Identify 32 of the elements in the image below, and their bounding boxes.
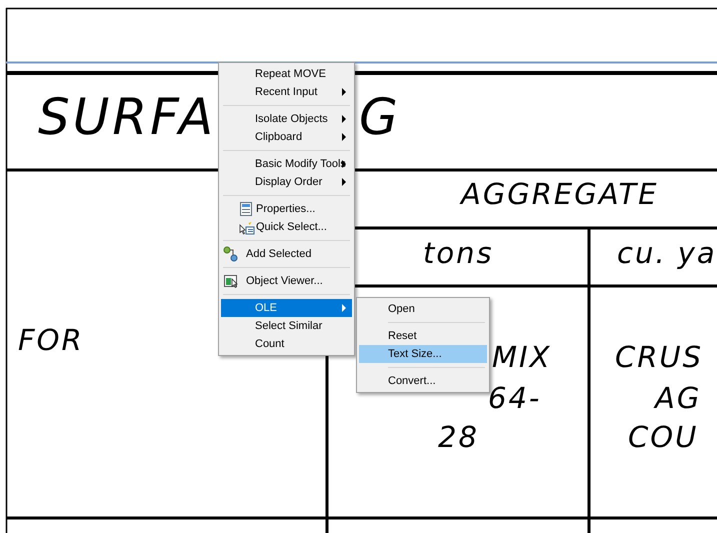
drawing-text: AG: [655, 384, 702, 413]
drawing-text: AGGREGATE: [461, 180, 658, 209]
menu-item[interactable]: Object Viewer...: [221, 272, 352, 290]
menu-item[interactable]: Convert...: [359, 372, 487, 390]
menu-item[interactable]: Add Selected: [221, 245, 352, 263]
menu-item[interactable]: Select Similar: [221, 317, 352, 335]
drawing-text: CRUS: [615, 343, 704, 372]
menu-item[interactable]: OLE: [221, 299, 352, 317]
menu-item[interactable]: Reset: [359, 327, 487, 345]
menu-item[interactable]: Open: [359, 300, 487, 318]
drawing-text: 28: [438, 423, 479, 452]
menu-item[interactable]: Isolate Objects: [221, 110, 352, 128]
menu-item[interactable]: Properties...: [221, 200, 352, 218]
object-viewer-icon: [223, 273, 239, 289]
drawing-text: MIX: [492, 343, 552, 372]
menu-item[interactable]: Recent Input: [221, 83, 352, 101]
menu-item[interactable]: Display Order: [221, 173, 352, 191]
drawing-text: tons: [423, 239, 494, 268]
menu-item[interactable]: Quick Select...: [221, 218, 352, 236]
drawing-text: COU: [628, 423, 698, 452]
properties-icon: [239, 201, 255, 217]
menu-item[interactable]: Repeat MOVE: [221, 65, 352, 83]
menu-item[interactable]: Count: [221, 335, 352, 353]
drawing-text: 64-: [488, 384, 542, 413]
drawing-title: SURFA: [38, 92, 216, 142]
drawing-text: cu. ya: [617, 239, 717, 268]
menu-item[interactable]: Text Size...: [359, 345, 487, 363]
drawing-text: FOR: [18, 326, 84, 355]
menu-item[interactable]: Clipboard: [221, 128, 352, 146]
quick-select-icon: [239, 219, 255, 235]
drawing-title: G: [359, 92, 401, 142]
add-selected-icon: [223, 246, 239, 262]
